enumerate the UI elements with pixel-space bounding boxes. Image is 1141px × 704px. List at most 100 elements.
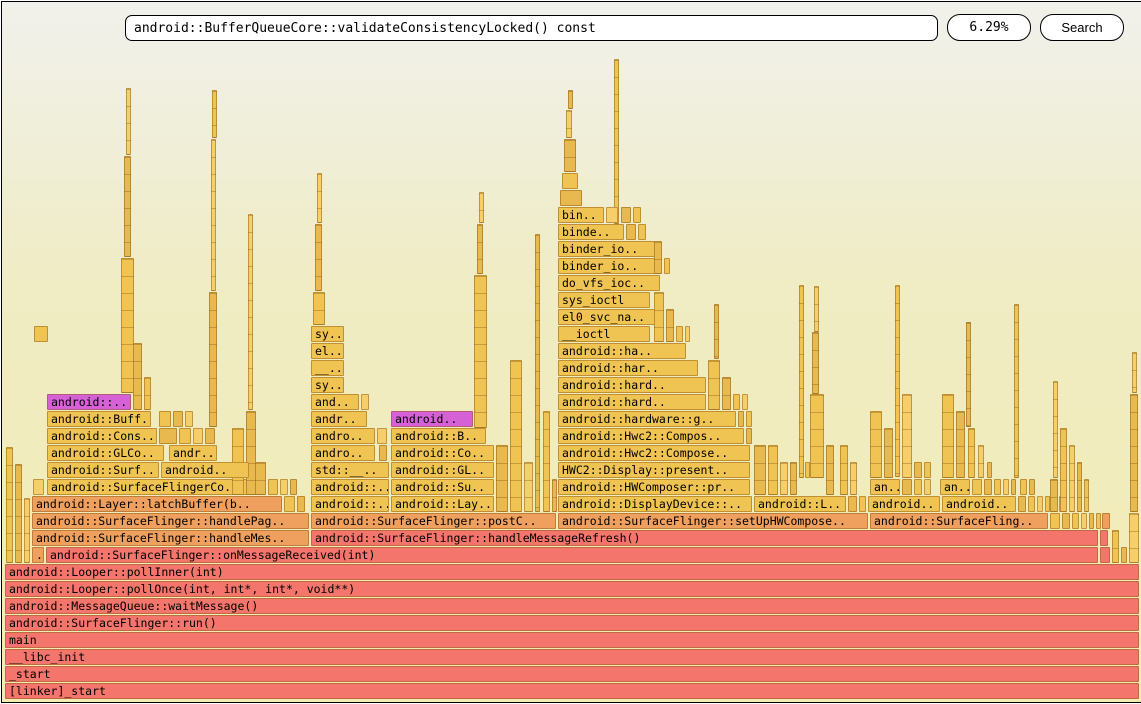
flame-frame-bar[interactable] — [664, 258, 670, 274]
flame-frame-bar[interactable] — [738, 411, 744, 427]
flame-frame-bar[interactable] — [205, 428, 215, 444]
flame-frame[interactable]: android::Hwc2::Compose.. — [558, 445, 750, 461]
flame-frame-bar[interactable] — [924, 479, 931, 495]
flame-frame-bar[interactable] — [810, 394, 824, 478]
flame-frame-bar[interactable] — [144, 377, 151, 410]
flame-frame[interactable]: android::SurfaceFlinger::run() — [5, 615, 1139, 631]
flame-frame[interactable]: android::.. — [311, 479, 389, 495]
flame-frame[interactable]: android.. — [391, 411, 473, 427]
flame-frame-bar[interactable] — [560, 190, 582, 206]
flame-frame[interactable]: _start — [5, 666, 1139, 682]
flame-frame-bar[interactable] — [746, 428, 752, 444]
flame-frame-bar[interactable] — [1020, 479, 1027, 495]
flame-frame[interactable]: binder_io.. — [558, 258, 656, 274]
flame-frame[interactable]: android::SurfaceFling.. — [870, 513, 1048, 529]
flame-frame-bar[interactable] — [1112, 530, 1119, 563]
flame-frame[interactable]: android::MessageQueue::waitMessage() — [5, 598, 1139, 614]
flame-frame-bar[interactable] — [1053, 381, 1058, 478]
flame-frame[interactable]: an.. — [940, 479, 970, 495]
flame-frame-bar[interactable] — [978, 445, 984, 478]
flame-frame[interactable]: android::SurfaceFlingerCo.. — [47, 479, 252, 495]
flame-frame[interactable]: android::L.. — [754, 496, 846, 512]
flame-frame[interactable]: andro.. — [311, 428, 375, 444]
flame-frame-bar[interactable] — [133, 343, 142, 410]
flame-frame[interactable]: android::hard.. — [558, 377, 706, 393]
flame-frame[interactable]: android::hard.. — [558, 394, 706, 410]
flame-frame-bar[interactable] — [1069, 445, 1075, 512]
flame-frame[interactable]: android::Layer::latchBuffer(b.. — [32, 496, 282, 512]
flame-frame-bar[interactable] — [315, 224, 322, 291]
flame-frame-bar[interactable] — [510, 360, 522, 512]
flame-frame-bar[interactable] — [780, 462, 788, 495]
flame-frame[interactable]: sys_ioctl — [558, 292, 650, 308]
flame-frame-bar[interactable] — [814, 286, 819, 332]
flame-frame[interactable]: sy.. — [311, 377, 344, 393]
flame-frame-bar[interactable] — [633, 207, 641, 223]
flame-frame-bar[interactable] — [942, 394, 954, 478]
flame-frame-bar[interactable] — [870, 411, 882, 478]
flame-frame-bar[interactable] — [193, 428, 203, 444]
flame-frame-bar[interactable] — [790, 462, 797, 495]
search-button[interactable]: Search — [1040, 14, 1124, 41]
flame-frame[interactable]: HWC2::Display::present.. — [558, 462, 750, 478]
flame-frame-bar[interactable] — [1102, 513, 1110, 529]
flame-frame[interactable]: android.. — [868, 496, 940, 512]
flame-frame[interactable]: android::SurfaceFlinger::handleMes.. — [32, 530, 309, 546]
flame-frame[interactable]: el.. — [311, 343, 344, 359]
flame-frame-bar[interactable] — [1096, 513, 1101, 529]
flame-frame[interactable]: android::SurfaceFlinger::handlePag.. — [32, 513, 309, 529]
flame-frame[interactable]: android::DisplayDevice::.. — [558, 496, 752, 512]
flame-frame-bar[interactable] — [564, 139, 576, 172]
flame-frame[interactable]: andr.. — [311, 411, 367, 427]
flame-frame-bar[interactable] — [746, 411, 752, 427]
flame-frame-bar[interactable] — [1050, 479, 1058, 512]
flame-frame-bar[interactable] — [280, 479, 288, 495]
flame-frame-bar[interactable] — [966, 322, 971, 427]
flame-frame-bar[interactable] — [15, 464, 22, 563]
flame-frame-bar[interactable] — [1060, 428, 1067, 512]
flame-frame[interactable]: android::.. — [311, 496, 389, 512]
flame-frame-bar[interactable] — [361, 394, 369, 410]
flame-frame-bar[interactable] — [714, 304, 719, 359]
flame-frame[interactable]: binde.. — [558, 224, 624, 240]
flame-frame[interactable]: android::hardware::g.. — [558, 411, 736, 427]
flame-frame[interactable]: android::Cons.. — [47, 428, 157, 444]
flame-frame[interactable]: an.. — [870, 479, 900, 495]
flame-frame-bar[interactable] — [212, 90, 217, 138]
flame-frame-bar[interactable] — [1100, 530, 1108, 546]
flame-frame-bar[interactable] — [654, 292, 664, 342]
flame-frame[interactable]: android::.. — [47, 394, 131, 410]
flame-frame[interactable]: bin.. — [558, 207, 604, 223]
flame-frame-bar[interactable] — [313, 292, 325, 325]
flame-frame-bar[interactable] — [1121, 547, 1127, 563]
flame-frame-bar[interactable] — [173, 411, 183, 427]
flame-frame[interactable]: android::Su.. — [391, 479, 494, 495]
flame-frame-bar[interactable] — [159, 411, 171, 427]
flame-frame[interactable]: android::Lay.. — [391, 496, 494, 512]
flame-frame-bar[interactable] — [902, 479, 912, 495]
flame-frame[interactable]: and.. — [311, 394, 359, 410]
flame-frame-bar[interactable] — [826, 445, 834, 495]
flame-frame-bar[interactable] — [479, 192, 484, 223]
flame-frame-bar[interactable] — [733, 394, 740, 410]
flame-frame[interactable]: android::SurfaceFlinger::setUpHWCompose.… — [558, 513, 868, 529]
flame-frame-bar[interactable] — [708, 360, 720, 410]
flame-frame-bar[interactable] — [1089, 513, 1094, 529]
flame-frame-bar[interactable] — [621, 207, 631, 223]
flame-frame-bar[interactable] — [1081, 513, 1087, 529]
flame-frame[interactable]: android.. — [161, 462, 249, 478]
flame-frame-bar[interactable] — [1062, 513, 1070, 529]
flame-frame-bar[interactable] — [994, 479, 1001, 495]
flame-frame-bar[interactable] — [377, 428, 387, 444]
flame-frame-bar[interactable] — [211, 139, 216, 291]
flame-frame-bar[interactable] — [34, 326, 48, 342]
flame-frame-bar[interactable] — [895, 285, 900, 477]
flame-frame-bar[interactable] — [1100, 547, 1110, 563]
flame-frame-bar[interactable] — [1018, 496, 1026, 512]
flame-frame[interactable]: android::ha.. — [558, 343, 686, 359]
flame-frame[interactable]: sy.. — [311, 326, 344, 342]
flame-frame-bar[interactable] — [754, 445, 766, 495]
flame-frame-bar[interactable] — [568, 90, 573, 109]
flame-frame[interactable]: andr.. — [169, 445, 217, 461]
flame-frame-bar[interactable] — [1132, 352, 1137, 393]
